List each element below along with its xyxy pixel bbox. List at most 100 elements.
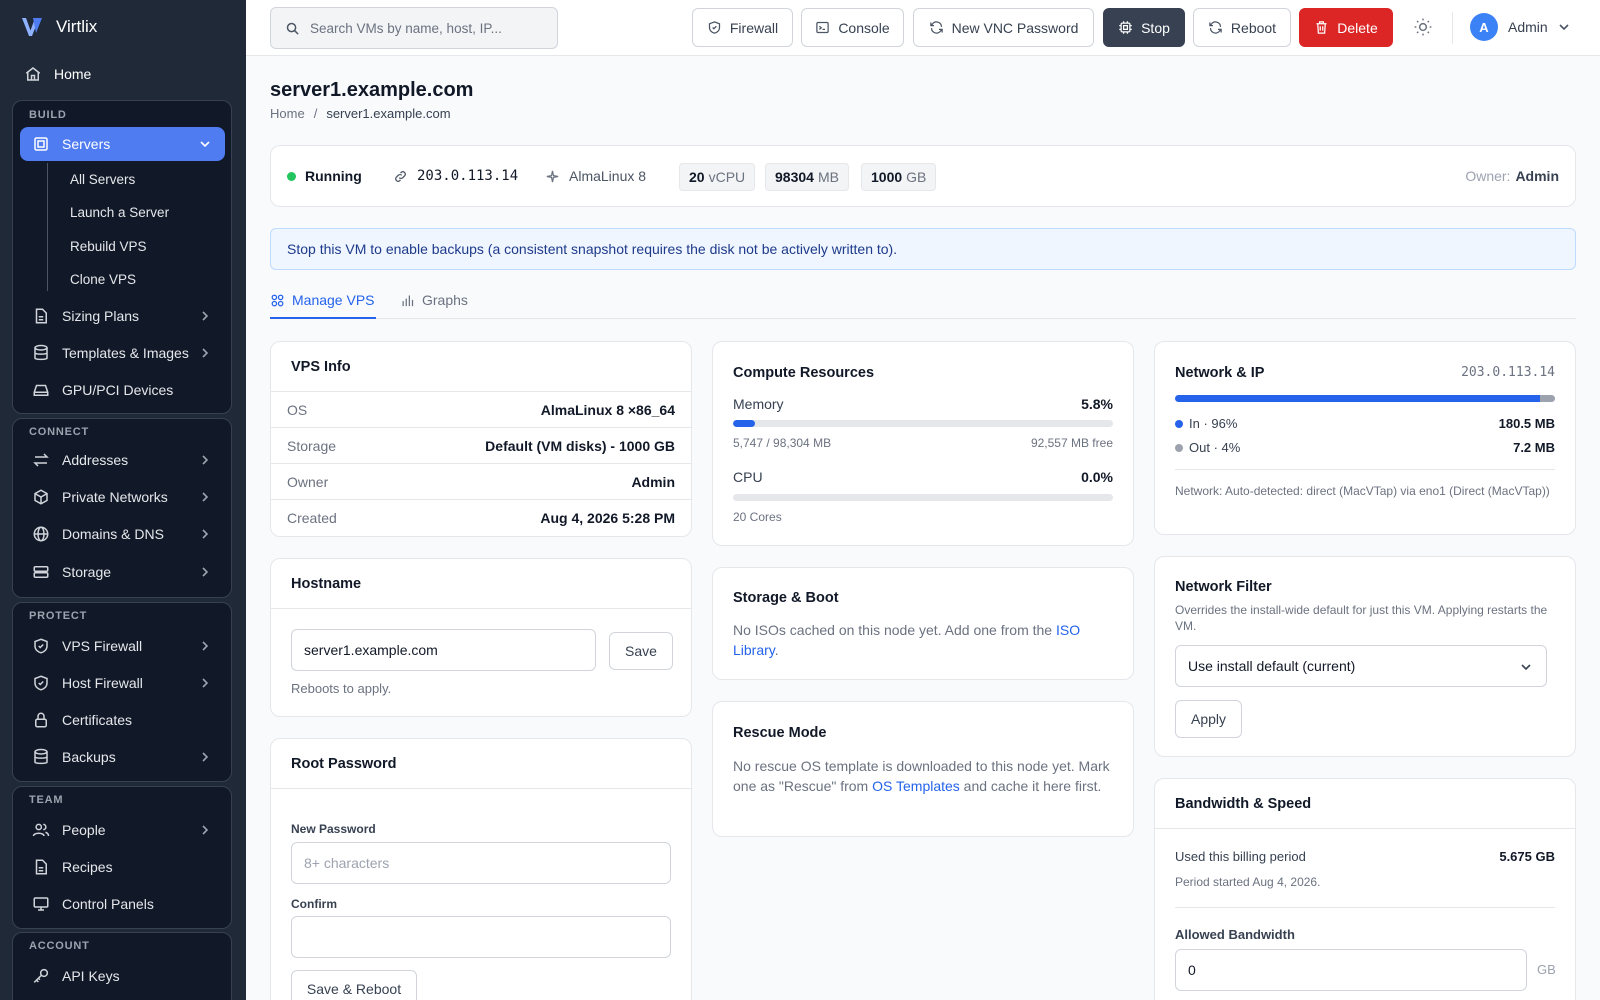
vcpu-value: 20 xyxy=(689,169,705,185)
sidebar-item-api-keys[interactable]: API Keys xyxy=(20,959,225,993)
sidebar-item-storage[interactable]: Storage xyxy=(20,555,225,589)
chevron-down-icon xyxy=(200,141,210,148)
card-divider xyxy=(271,608,691,609)
button-label: Console xyxy=(838,19,890,36)
root-password-card: Root Password New Password Confirm Save … xyxy=(270,738,692,1000)
status-ip[interactable]: 203.0.113.14 xyxy=(393,146,518,206)
info-value: Admin xyxy=(631,473,675,490)
stop-button[interactable]: Stop xyxy=(1103,8,1185,47)
traffic-in-label: In · 96% xyxy=(1189,416,1238,431)
hostname-note: Reboots to apply. xyxy=(291,681,392,696)
sidebar-item-certificates[interactable]: Certificates xyxy=(20,703,225,737)
brand-logo[interactable]: Virtlix xyxy=(20,15,97,39)
sidebar-group-team: TEAM People Recipes Control Panels xyxy=(12,786,232,929)
info-key: OS xyxy=(287,401,308,418)
breadcrumb-home[interactable]: Home xyxy=(270,106,305,121)
sidebar-item-label: Recipes xyxy=(62,859,113,875)
sidebar-item-recipes[interactable]: Recipes xyxy=(20,850,225,884)
sidebar-subitem-launch-server[interactable]: Launch a Server xyxy=(70,197,220,227)
chevron-right-icon xyxy=(202,492,209,502)
hostname-input[interactable] xyxy=(291,629,596,671)
arrows-swap-icon xyxy=(33,453,49,467)
sidebar-item-servers[interactable]: Servers xyxy=(20,127,225,161)
bandwidth-card: Bandwidth & Speed Used this billing peri… xyxy=(1154,778,1576,1000)
card-title: Compute Resources xyxy=(733,365,875,381)
new-password-input[interactable] xyxy=(291,842,671,884)
disk-value: 1000 xyxy=(871,169,903,185)
reboot-button[interactable]: Reboot xyxy=(1193,8,1291,47)
delete-button[interactable]: Delete xyxy=(1299,8,1393,47)
button-label: Delete xyxy=(1337,19,1378,36)
sidebar-item-host-firewall[interactable]: Host Firewall xyxy=(20,666,225,700)
card-title: Storage & Boot xyxy=(733,590,839,606)
sidebar-item-templates[interactable]: Templates & Images xyxy=(20,336,225,370)
ram-unit: MB xyxy=(817,169,839,185)
tab-manage-vps[interactable]: Manage VPS xyxy=(270,280,375,320)
cube-icon xyxy=(34,489,48,505)
sidebar-item-label: GPU/PCI Devices xyxy=(62,382,174,398)
sidebar-item-vps-firewall[interactable]: VPS Firewall xyxy=(20,629,225,663)
sidebar-item-label: Private Networks xyxy=(62,489,168,505)
sidebar-subitem-rebuild-vps[interactable]: Rebuild VPS xyxy=(70,231,220,261)
sidebar-item-home[interactable]: Home xyxy=(20,58,226,90)
select-value: Use install default (current) xyxy=(1188,658,1356,674)
card-title: Network Filter xyxy=(1175,579,1272,595)
save-reboot-button[interactable]: Save & Reboot xyxy=(291,970,417,1000)
active-tab-indicator xyxy=(270,317,376,319)
sidebar-item-label: People xyxy=(62,822,106,838)
cpu-percent: 0.0% xyxy=(1081,469,1113,485)
user-menu[interactable]: A Admin xyxy=(1470,13,1570,41)
allowed-bandwidth-input[interactable] xyxy=(1175,949,1527,991)
confirm-password-input[interactable] xyxy=(291,916,671,958)
memory-detail: 5,747 / 98,304 MB 92,557 MB free xyxy=(733,436,1113,450)
card-divider xyxy=(1155,828,1575,829)
group-title: BUILD xyxy=(29,109,67,121)
memory-bar-fill xyxy=(733,420,756,427)
sidebar-item-backups[interactable]: Backups xyxy=(20,740,225,774)
document-icon xyxy=(35,859,47,875)
search-box[interactable] xyxy=(270,7,558,49)
sidebar-item-sizing-plans[interactable]: Sizing Plans xyxy=(20,299,225,333)
button-label: Firewall xyxy=(729,19,779,36)
sidebar-item-label: Storage xyxy=(62,564,112,580)
status-badge: Running xyxy=(287,146,362,206)
topbar-divider xyxy=(1452,12,1453,44)
sidebar-item-addresses[interactable]: Addresses xyxy=(20,443,225,477)
sidebar-group-account: ACCOUNT API Keys xyxy=(12,932,232,1000)
sidebar-subitem-clone-vps[interactable]: Clone VPS xyxy=(70,264,220,294)
network-ip: 203.0.113.14 xyxy=(1461,365,1555,380)
save-hostname-button[interactable]: Save xyxy=(609,632,673,670)
compute-resources-card: Compute Resources Memory 5.8% 5,747 / 98… xyxy=(712,341,1134,546)
terminal-icon xyxy=(816,21,830,34)
tab-graphs[interactable]: Graphs xyxy=(400,280,468,320)
avatar: A xyxy=(1470,13,1498,41)
owner-label: Owner: xyxy=(1465,168,1511,184)
memory-row: Memory 5.8% xyxy=(733,396,1113,412)
users-icon xyxy=(32,823,50,837)
os-templates-link[interactable]: OS Templates xyxy=(872,778,960,794)
sidebar-group-protect: PROTECT VPS Firewall Host Firewall Certi… xyxy=(12,602,232,782)
sidebar-subitem-all-servers[interactable]: All Servers xyxy=(70,164,220,194)
owner-name[interactable]: Admin xyxy=(1515,168,1559,184)
traffic-split-bar xyxy=(1175,395,1555,402)
apply-button[interactable]: Apply xyxy=(1175,700,1242,738)
user-name: Admin xyxy=(1508,19,1548,35)
sidebar-item-gpu-devices[interactable]: GPU/PCI Devices xyxy=(20,373,225,407)
group-title: CONNECT xyxy=(29,426,89,438)
shield-check-icon xyxy=(34,638,48,654)
firewall-button[interactable]: Firewall xyxy=(692,8,793,47)
network-filter-select[interactable]: Use install default (current) xyxy=(1175,645,1547,687)
sidebar-item-people[interactable]: People xyxy=(20,813,225,847)
card-title: Hostname xyxy=(291,576,362,592)
new-vnc-password-button[interactable]: New VNC Password xyxy=(913,8,1094,47)
sidebar-item-private-networks[interactable]: Private Networks xyxy=(20,480,225,514)
sidebar-item-control-panels[interactable]: Control Panels xyxy=(20,887,225,921)
topbar: Firewall Console New VNC Password Stop R… xyxy=(246,0,1600,56)
console-button[interactable]: Console xyxy=(801,8,904,47)
sun-icon[interactable] xyxy=(1413,17,1433,37)
network-ip-card: Network & IP 203.0.113.14 In · 96% 180.5… xyxy=(1154,341,1576,535)
search-input[interactable] xyxy=(310,20,550,36)
sidebar-item-domains-dns[interactable]: Domains & DNS xyxy=(20,517,225,551)
memory-used: 5,747 / 98,304 MB xyxy=(733,436,832,450)
chevron-right-icon xyxy=(202,529,209,539)
